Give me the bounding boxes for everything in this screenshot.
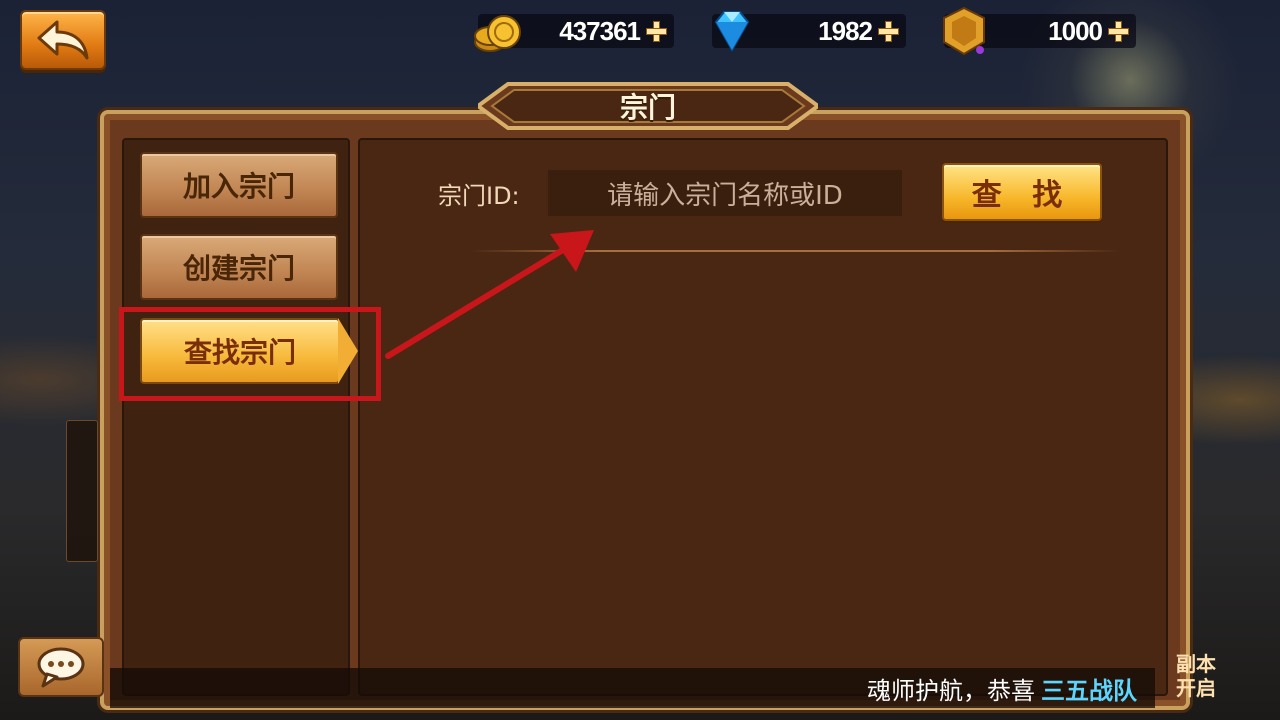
tab-label: 加入宗门 xyxy=(182,170,295,203)
back-button[interactable] xyxy=(20,10,106,70)
tab-label: 创建宗门 xyxy=(182,252,295,285)
dungeon-open-label[interactable]: 副本 开启 xyxy=(1176,652,1216,700)
diamond-currency: 1982 xyxy=(712,11,906,53)
token-currency: 1000 xyxy=(943,6,1136,56)
sect-id-label: 宗门ID: xyxy=(438,182,520,210)
sect-token-icon xyxy=(943,6,985,56)
highlight-box xyxy=(119,307,381,401)
diamond-icon xyxy=(714,11,750,53)
gold-coin-icon xyxy=(474,15,521,52)
chat-icon xyxy=(37,647,85,688)
search-button[interactable]: 查 找 xyxy=(942,163,1102,221)
add-token-button[interactable] xyxy=(1108,21,1129,42)
tab-join-sect[interactable]: 加入宗门 xyxy=(140,152,338,218)
gold-currency: 437361 xyxy=(474,14,674,52)
add-diamond-button[interactable] xyxy=(878,21,899,42)
page-title: 宗门 xyxy=(619,91,676,124)
add-gold-button[interactable] xyxy=(646,21,667,42)
gold-value: 437361 xyxy=(559,15,641,46)
dungeon-label-line1: 副本 xyxy=(1176,652,1216,676)
sect-search-input[interactable]: 请输入宗门名称或ID xyxy=(548,170,902,216)
token-value: 1000 xyxy=(1048,15,1103,46)
tab-column xyxy=(122,138,350,696)
ticker-team-name: 三五战队 xyxy=(1041,676,1137,705)
diamond-value: 1982 xyxy=(818,15,873,46)
side-banner xyxy=(66,420,98,562)
announcement-ticker: 魂师护航，恭喜 三五战队 xyxy=(110,668,1155,708)
annotation-arrow-icon xyxy=(385,230,594,359)
chat-button[interactable] xyxy=(18,637,104,697)
ticker-text: 魂师护航，恭喜 xyxy=(867,676,1035,705)
dungeon-label-line2: 开启 xyxy=(1176,676,1216,700)
back-arrow-icon xyxy=(37,20,89,60)
tab-create-sect[interactable]: 创建宗门 xyxy=(140,234,338,300)
